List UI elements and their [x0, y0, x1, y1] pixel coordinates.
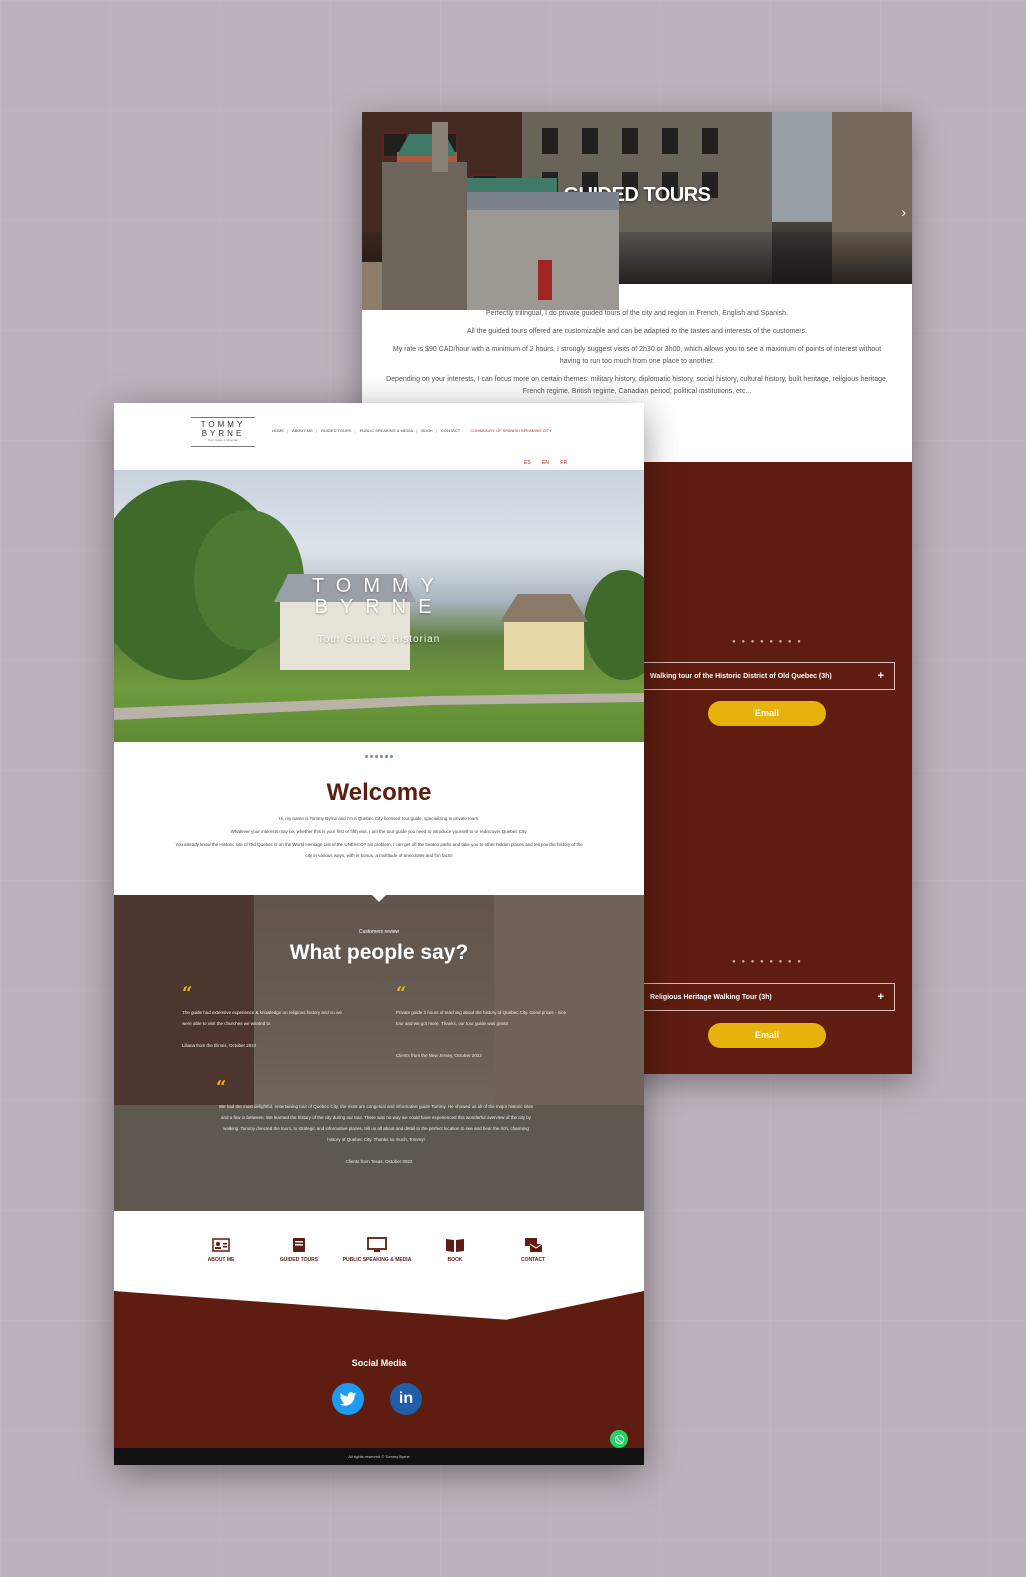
hero-title-line-2: BYRNE: [314, 596, 444, 618]
quick-link-label: CONTACT: [520, 1257, 546, 1263]
site-header: TOMMY BYRNE Tour Guide & Historian HOME |…: [114, 403, 644, 470]
whatsapp-icon[interactable]: [610, 1430, 628, 1448]
lang-es[interactable]: ES: [524, 460, 531, 466]
open-book-icon: [420, 1235, 490, 1255]
logo-line-2: BYRNE: [201, 429, 245, 438]
home-hero-slider[interactable]: TOMMY BYRNE Tour Guide & Historian: [114, 470, 644, 742]
plus-icon: +: [877, 991, 884, 1003]
quick-link-label: ABOUT ME: [207, 1257, 235, 1263]
logo-line-1: TOMMY: [200, 420, 246, 429]
quick-link-label: BOOK: [447, 1257, 463, 1263]
welcome-paragraph: Whatever your interests may be, whether …: [230, 829, 528, 834]
mockup-stage: GUIDED TOURS Perfectly trilingual, I do …: [0, 0, 1026, 1577]
lang-fr[interactable]: FR: [560, 460, 567, 466]
language-switcher: ES EN FR: [524, 460, 577, 466]
accordion-title: Walking tour of the Historic District of…: [650, 672, 832, 680]
menu-item-book[interactable]: BOOK: [421, 428, 433, 433]
quick-link-label: GUIDED TOURS: [279, 1257, 319, 1263]
slider-dots[interactable]: ● ● ● ● ● ● ● ●: [639, 639, 896, 645]
quick-link-label: PUBLIC SPEAKING & MEDIA: [342, 1257, 412, 1263]
review-author: Clients from the New Jersey, October 202…: [396, 1053, 482, 1058]
site-footer: Social Media in: [114, 1291, 644, 1448]
book-closed-icon: [264, 1235, 334, 1255]
review-text: We had the most delightful, entertaining…: [218, 1104, 534, 1142]
quick-link-guided-tours[interactable]: GUIDED TOURS: [264, 1235, 334, 1264]
email-button[interactable]: Email: [708, 701, 826, 726]
reviews-title: What people say?: [289, 941, 469, 964]
welcome-paragraph: You already know the Historic site of Ol…: [175, 842, 583, 858]
hero-slider-dots[interactable]: [114, 745, 644, 763]
reviews-section: Customers review What people say? “ The …: [114, 895, 644, 1211]
quote-icon: “: [216, 1077, 227, 1098]
twitter-icon[interactable]: [332, 1383, 364, 1415]
review-text: Private guide 3 hours of teaching about …: [396, 1010, 567, 1026]
site-logo[interactable]: TOMMY BYRNE Tour Guide & Historian: [191, 417, 255, 447]
review-author: Clients from Texas, October 2022: [345, 1159, 413, 1164]
menu-item-home[interactable]: HOME: [272, 428, 284, 433]
monitor-icon: [342, 1235, 412, 1255]
home-page: TOMMY BYRNE Tour Guide & Historian HOME |…: [114, 403, 644, 1465]
copyright-bar: All rights reserved © Tommy Byrne: [114, 1448, 644, 1465]
quick-link-book[interactable]: BOOK: [420, 1235, 490, 1264]
welcome-text: Hi, my name is Tommy Byrne and I'm a Que…: [174, 813, 584, 863]
quick-link-about[interactable]: ABOUT ME: [186, 1235, 256, 1264]
accordion-title: Religious Heritage Walking Tour (3h): [650, 993, 772, 1001]
plus-icon: +: [877, 670, 884, 682]
menu-item-about[interactable]: ABOUT ME: [292, 428, 313, 433]
welcome-paragraph: Hi, my name is Tommy Byrne and I'm a Que…: [278, 816, 480, 821]
tour-accordion-religious-heritage[interactable]: Religious Heritage Walking Tour (3h) +: [639, 983, 895, 1011]
social-media-title: Social Media: [351, 1358, 407, 1368]
review-author: Liliana from the Illinois, October 2022: [182, 1043, 257, 1048]
main-menu: HOME | ABOUT ME | GUIDED TOURS | PUBLIC SPE…: [272, 428, 552, 433]
lang-en[interactable]: EN: [542, 460, 549, 466]
linkedin-icon[interactable]: in: [390, 1383, 422, 1415]
menu-item-contact[interactable]: CONTACT: [441, 428, 460, 433]
contact-icon: [498, 1235, 568, 1255]
quick-link-public-speaking[interactable]: PUBLIC SPEAKING & MEDIA: [342, 1235, 412, 1264]
quote-icon: “: [396, 983, 407, 1004]
slider-next-arrow[interactable]: ›: [901, 204, 906, 220]
review-text: The guide had extensive experience & kno…: [182, 1010, 342, 1026]
hero-barn: [500, 594, 588, 670]
slider-dots[interactable]: ● ● ● ● ● ● ● ●: [639, 959, 896, 965]
logo-tagline: Tour Guide & Historian: [207, 438, 239, 442]
quick-link-contact[interactable]: CONTACT: [498, 1235, 568, 1264]
email-button[interactable]: Email: [708, 1023, 826, 1048]
menu-item-community[interactable]: COMMUNITY OF SPANISH SPEAKING CITY: [470, 428, 551, 433]
id-card-icon: [186, 1235, 256, 1255]
reviews-kicker: Customers review: [358, 929, 399, 935]
linkedin-label: in: [398, 1390, 414, 1407]
quote-icon: “: [182, 983, 193, 1004]
welcome-heading: Welcome: [326, 779, 432, 806]
quick-links: ABOUT ME GUIDED TOURS PUBLIC SPEAKING & …: [114, 1211, 644, 1291]
tour-accordion-old-quebec[interactable]: Walking tour of the Historic District of…: [639, 662, 895, 690]
menu-item-guided-tours[interactable]: GUIDED TOURS: [321, 428, 352, 433]
hero-subtitle: Tour Guide & Historian: [317, 634, 441, 645]
menu-item-public-speaking[interactable]: PUBLIC SPEAKING & MEDIA: [360, 428, 414, 433]
hero-title-line-1: TOMMY: [311, 575, 447, 597]
